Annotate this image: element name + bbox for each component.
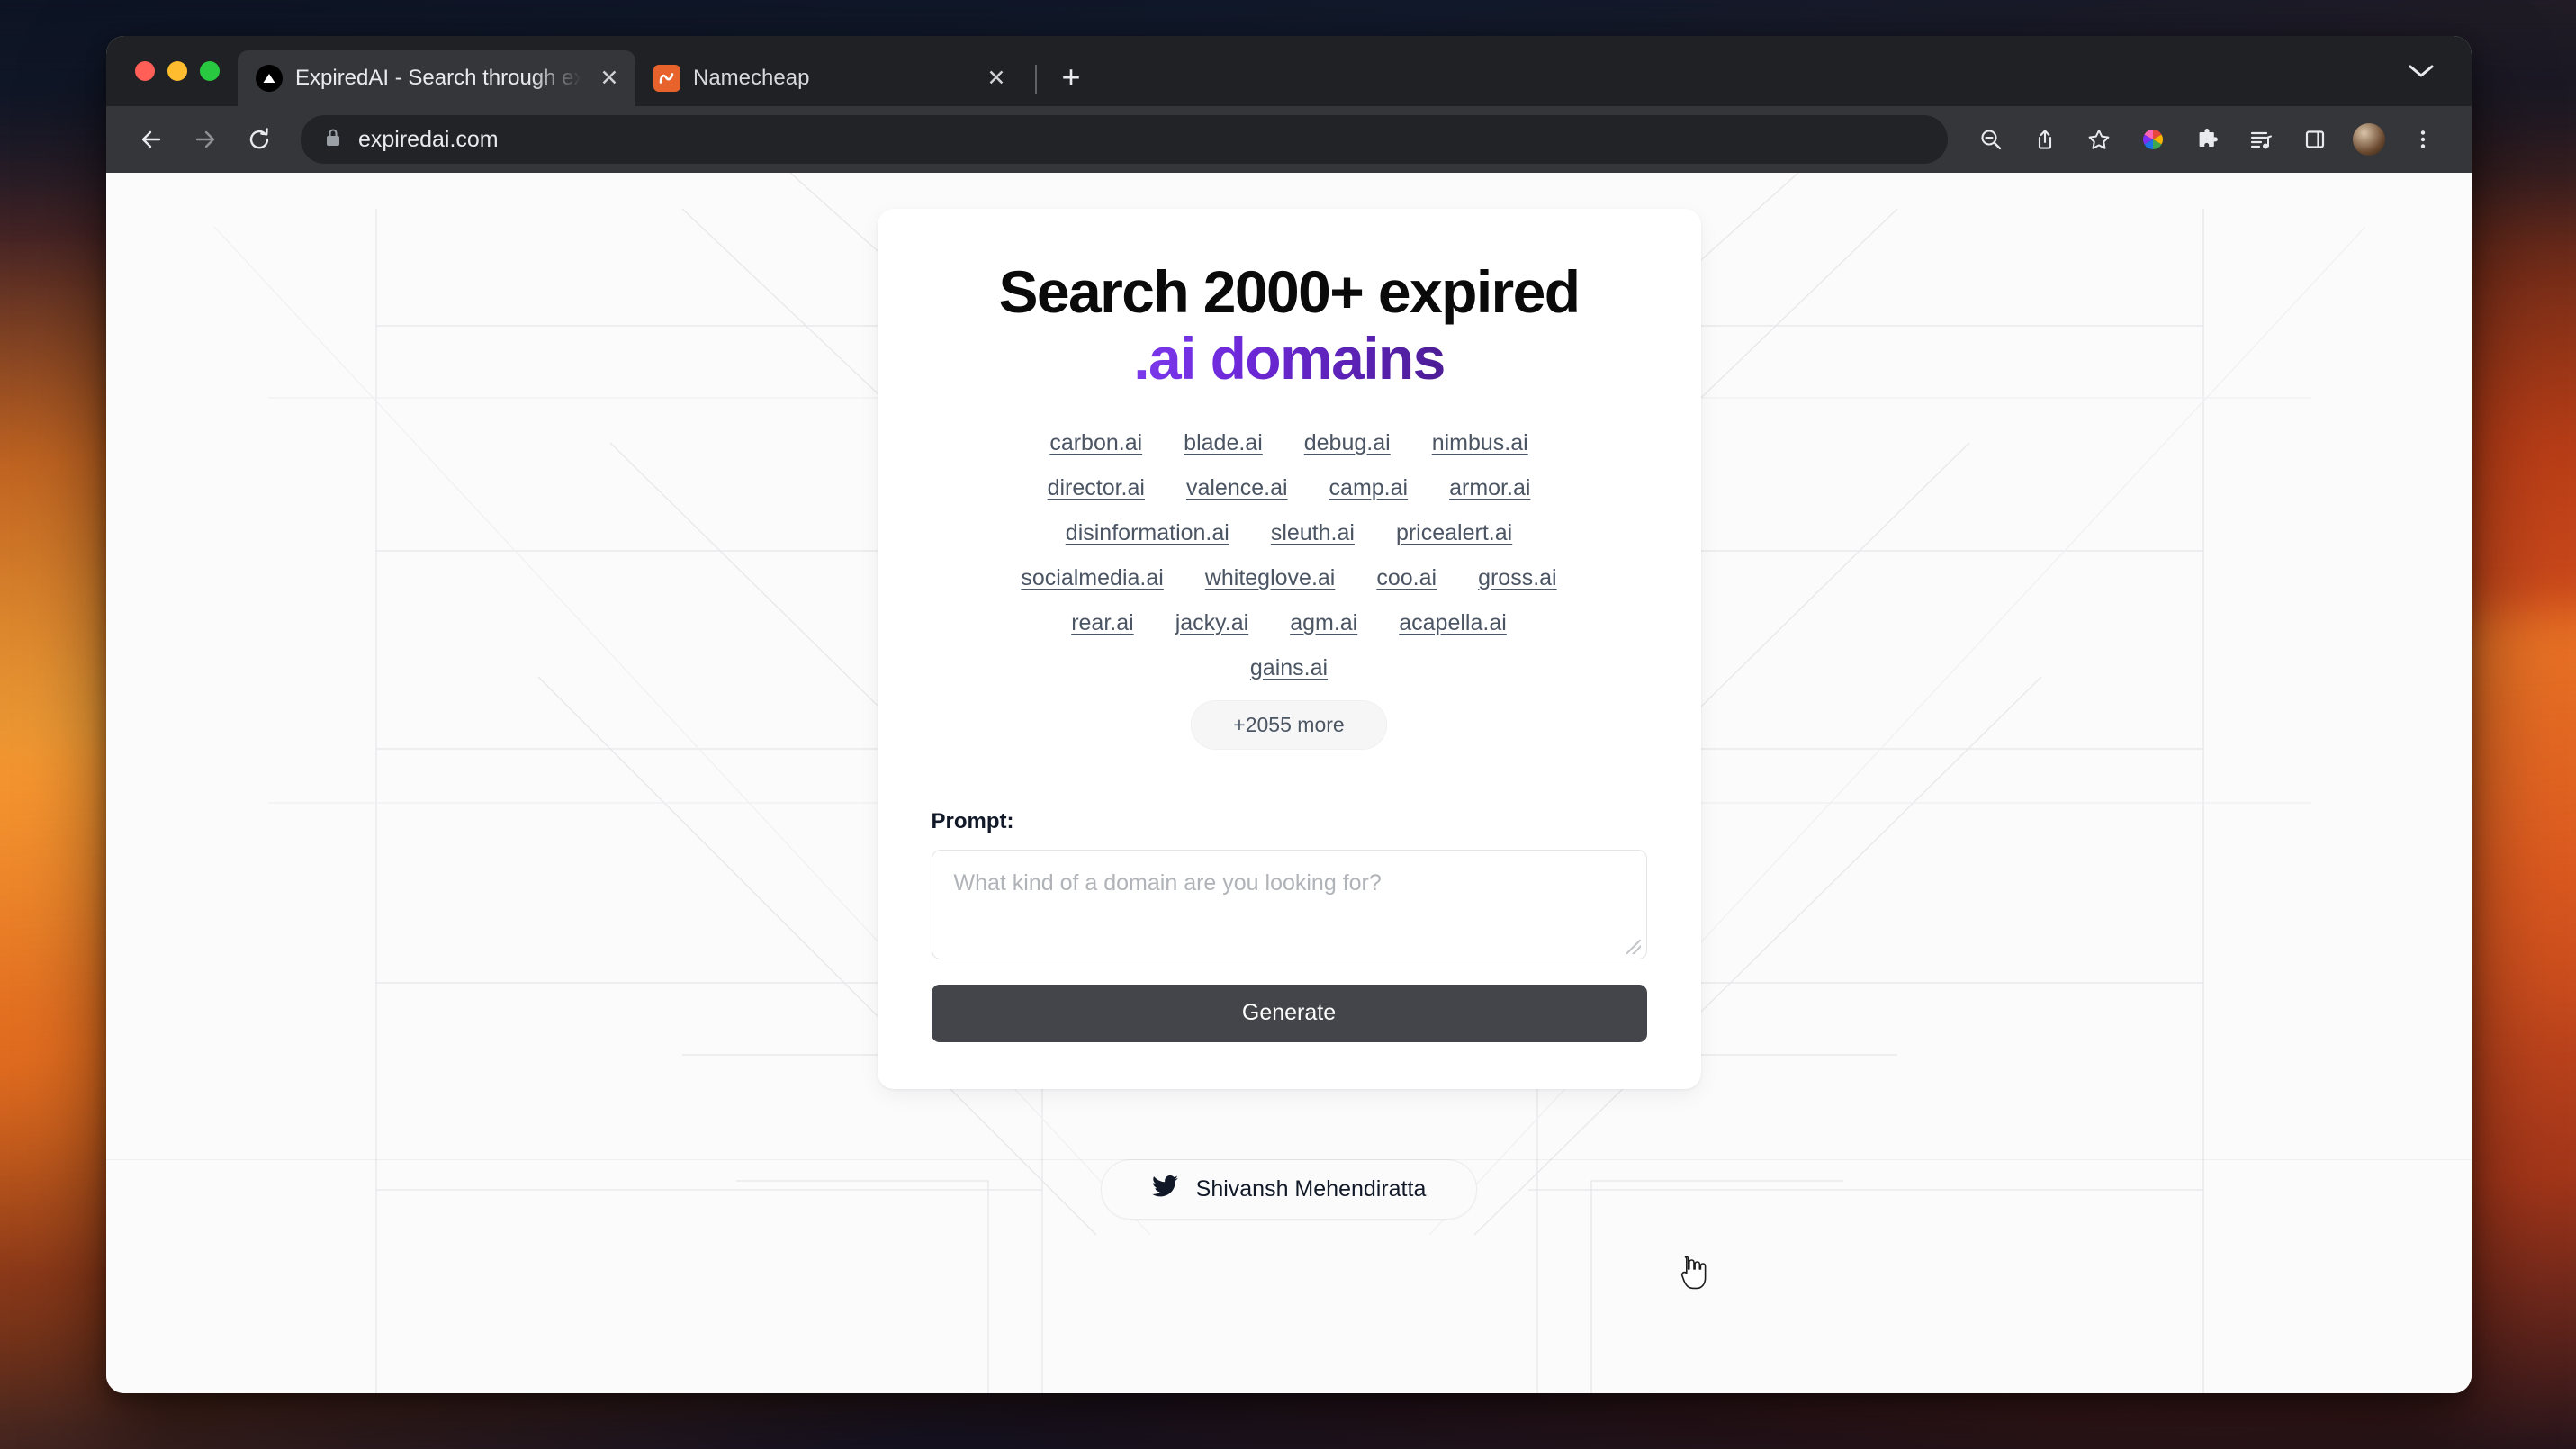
twitter-bird-icon: [1151, 1174, 1178, 1203]
browser-window: ExpiredAI - Search through exp ✕ Nameche…: [106, 36, 2472, 1393]
domain-link[interactable]: blade.ai: [1184, 430, 1263, 456]
window-minimize-button[interactable]: [167, 61, 187, 81]
share-icon[interactable]: [2020, 114, 2070, 165]
tab-divider: [1035, 65, 1037, 94]
side-panel-icon[interactable]: [2290, 114, 2340, 165]
domain-link[interactable]: rear.ai: [1071, 610, 1133, 636]
browser-tab-title: Namecheap: [693, 66, 810, 90]
avatar: [2353, 123, 2385, 156]
reload-icon[interactable]: [234, 114, 284, 165]
toolbar-right-actions: [1966, 114, 2448, 165]
expired-domain-list: carbon.ai blade.ai debug.ai nimbus.ai di…: [932, 430, 1647, 681]
page-title: Search 2000+ expired .ai domains: [932, 258, 1647, 392]
domain-row: socialmedia.ai whiteglove.ai coo.ai gros…: [932, 565, 1647, 591]
domain-link[interactable]: sleuth.ai: [1271, 520, 1355, 546]
vercel-triangle-icon: [256, 65, 283, 92]
domain-link[interactable]: debug.ai: [1304, 430, 1391, 456]
domain-row: gains.ai: [932, 655, 1647, 681]
twitter-author-link[interactable]: Shivansh Mehendiratta: [1100, 1158, 1478, 1220]
zoom-out-icon[interactable]: [1966, 114, 2016, 165]
address-bar-url: expiredai.com: [358, 126, 499, 152]
domain-link[interactable]: director.ai: [1048, 475, 1145, 501]
browser-tab-expiredai[interactable]: ExpiredAI - Search through exp ✕: [238, 50, 635, 106]
domain-row: carbon.ai blade.ai debug.ai nimbus.ai: [932, 430, 1647, 456]
desktop-wallpaper: ExpiredAI - Search through exp ✕ Nameche…: [0, 0, 2576, 1449]
domain-row: disinformation.ai sleuth.ai pricealert.a…: [932, 520, 1647, 546]
extensions-puzzle-icon[interactable]: [2182, 114, 2232, 165]
page-content: Search 2000+ expired .ai domains carbon.…: [106, 173, 2472, 1393]
back-arrow-icon[interactable]: [126, 114, 176, 165]
twitter-author-name: Shivansh Mehendiratta: [1195, 1175, 1427, 1202]
domain-link[interactable]: agm.ai: [1290, 610, 1357, 636]
page-footer: Shivansh Mehendiratta: [106, 1158, 2472, 1220]
domain-link[interactable]: whiteglove.ai: [1205, 565, 1336, 591]
domain-link[interactable]: valence.ai: [1186, 475, 1288, 501]
domain-link[interactable]: pricealert.ai: [1396, 520, 1512, 546]
chevron-down-icon[interactable]: [2394, 36, 2448, 106]
domain-link[interactable]: socialmedia.ai: [1021, 565, 1163, 591]
tab-close-icon[interactable]: ✕: [594, 63, 625, 94]
headline-line-2: .ai domains: [1133, 324, 1446, 392]
textarea-resize-handle[interactable]: [1626, 939, 1641, 954]
bookmark-star-icon[interactable]: [2074, 114, 2124, 165]
browser-tab-title: ExpiredAI - Search through exp: [295, 66, 581, 90]
three-dot-menu-icon[interactable]: [2398, 114, 2448, 165]
new-tab-button[interactable]: +: [1049, 56, 1093, 99]
more-domains-container: +2055 more: [932, 699, 1647, 750]
generate-button[interactable]: Generate: [931, 984, 1647, 1042]
browser-tab-namecheap[interactable]: Namecheap ✕: [635, 50, 1022, 106]
forward-arrow-icon[interactable]: [180, 114, 230, 165]
domain-link[interactable]: armor.ai: [1449, 475, 1530, 501]
tab-close-icon[interactable]: ✕: [981, 63, 1012, 94]
page-viewport: Search 2000+ expired .ai domains carbon.…: [106, 173, 2472, 1393]
prompt-input[interactable]: What kind of a domain are you looking fo…: [931, 849, 1647, 959]
footer-divider: [106, 1158, 2472, 1160]
namecheap-icon: [653, 65, 680, 92]
domain-link[interactable]: coo.ai: [1376, 565, 1437, 591]
lock-icon: [324, 127, 342, 153]
more-domains-badge[interactable]: +2055 more: [1191, 699, 1387, 750]
domain-link[interactable]: disinformation.ai: [1066, 520, 1229, 546]
domain-link[interactable]: jacky.ai: [1175, 610, 1249, 636]
address-bar[interactable]: expiredai.com: [301, 115, 1948, 164]
browser-tabstrip: ExpiredAI - Search through exp ✕ Nameche…: [106, 36, 2472, 106]
profile-avatar[interactable]: [2344, 114, 2394, 165]
domain-link[interactable]: camp.ai: [1329, 475, 1409, 501]
domain-row: director.ai valence.ai camp.ai armor.ai: [932, 475, 1647, 501]
domain-link[interactable]: nimbus.ai: [1432, 430, 1528, 456]
color-wheel-icon[interactable]: [2128, 114, 2178, 165]
reading-list-icon[interactable]: [2236, 114, 2286, 165]
domain-row: rear.ai jacky.ai agm.ai acapella.ai: [932, 610, 1647, 636]
domain-link[interactable]: acapella.ai: [1399, 610, 1507, 636]
search-card: Search 2000+ expired .ai domains carbon.…: [877, 209, 1701, 1089]
prompt-placeholder: What kind of a domain are you looking fo…: [953, 869, 1382, 896]
domain-link[interactable]: gross.ai: [1478, 565, 1557, 591]
headline-line-1: Search 2000+ expired: [998, 258, 1581, 325]
window-close-button[interactable]: [135, 61, 155, 81]
domain-link[interactable]: carbon.ai: [1049, 430, 1142, 456]
prompt-label: Prompt:: [931, 808, 1014, 833]
domain-link[interactable]: gains.ai: [1250, 655, 1328, 681]
window-traffic-lights: [128, 36, 238, 106]
browser-toolbar: expiredai.com: [106, 106, 2472, 173]
window-maximize-button[interactable]: [200, 61, 220, 81]
